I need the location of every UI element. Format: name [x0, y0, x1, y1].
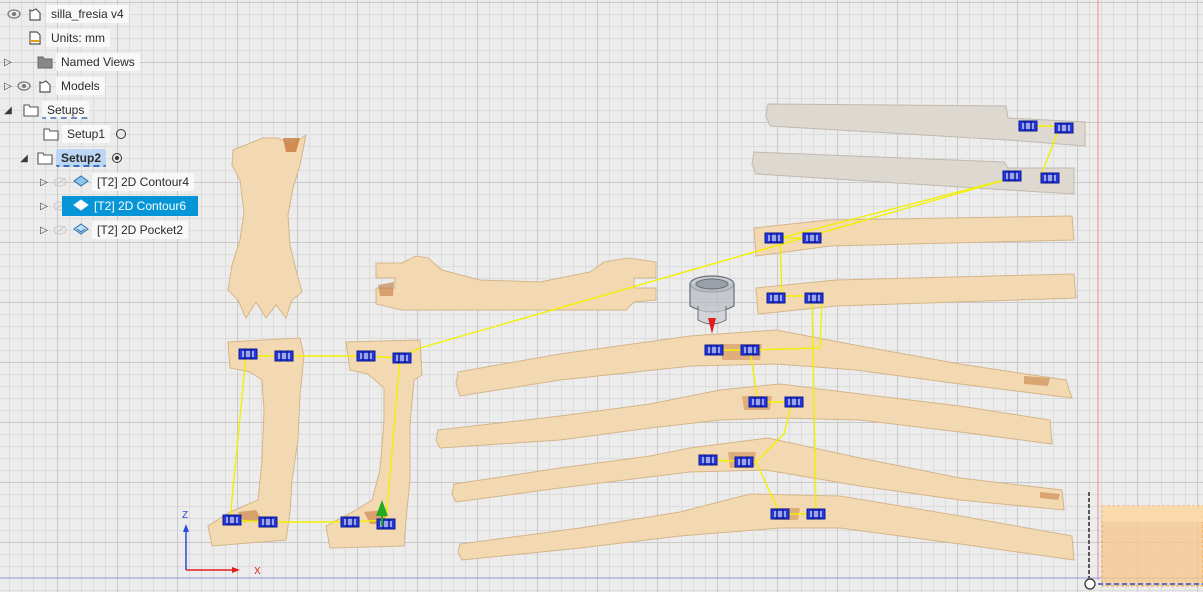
setup-folder-icon [20, 100, 42, 120]
wood-knot [378, 282, 394, 296]
part-rail[interactable] [375, 255, 657, 311]
part-slat-flat-2[interactable] [755, 273, 1077, 315]
setup1-row[interactable]: Setup1 [40, 124, 127, 144]
part-arm-4[interactable] [457, 493, 1075, 561]
part-slat-gray-2[interactable] [751, 151, 1075, 195]
component-icon [24, 4, 46, 24]
browser-root[interactable]: silla_fresia v4 [4, 4, 129, 24]
activate-setup1-radio[interactable] [116, 129, 127, 139]
collapse-icon[interactable]: ◢ [18, 148, 30, 168]
expand-icon[interactable]: ▷ [38, 196, 50, 216]
models-label: Models [56, 77, 105, 95]
expand-icon[interactable]: ▷ [38, 172, 50, 192]
units-row[interactable]: Units: mm [24, 28, 110, 48]
stock-box [1084, 492, 1203, 590]
named-views-row[interactable]: ▷ Named Views [2, 52, 140, 72]
eye-hidden-icon[interactable] [50, 220, 70, 240]
setup1-label: Setup1 [62, 125, 111, 143]
setups-row[interactable]: ◢ Setups [2, 100, 90, 120]
contour-icon [70, 172, 92, 192]
document-name: silla_fresia v4 [46, 5, 129, 23]
operation-row[interactable]: ▷ [T2] 2D Contour4 [38, 172, 195, 192]
part-arm-2[interactable] [435, 383, 1053, 449]
browser-panel: silla_fresia v4 Units: mm ▷ Named Views … [0, 0, 240, 245]
eye-hidden-icon[interactable] [50, 172, 70, 192]
eye-icon[interactable] [4, 4, 24, 24]
setup2-row[interactable]: ◢ Setup2 [18, 148, 123, 168]
models-row[interactable]: ▷ Models [2, 76, 105, 96]
part-slat-flat-1[interactable] [753, 215, 1075, 257]
operation-label: [T2] 2D Contour4 [92, 173, 195, 191]
collapse-icon[interactable]: ◢ [2, 100, 14, 120]
contour-icon [70, 196, 92, 216]
expand-icon[interactable]: ▷ [2, 52, 14, 72]
setup-icon [40, 124, 62, 144]
eye-icon[interactable] [14, 76, 34, 96]
units-label: Units: mm [46, 29, 110, 47]
setups-label: Setups [42, 101, 90, 119]
z-axis-label: Z [182, 510, 188, 521]
units-icon [24, 28, 46, 48]
model-icon [34, 76, 56, 96]
pocket-icon [70, 220, 92, 240]
operation-label: [T2] 2D Pocket2 [92, 221, 189, 239]
tool-holder[interactable] [689, 275, 735, 334]
expand-icon[interactable]: ▷ [2, 76, 14, 96]
setup-icon [34, 148, 56, 168]
named-views-label: Named Views [56, 53, 140, 71]
expand-icon[interactable]: ▷ [38, 220, 50, 240]
setup2-label: Setup2 [56, 149, 107, 167]
folder-icon [34, 52, 56, 72]
x-axis-label: X [254, 566, 261, 577]
operation-row[interactable]: ▷ [T2] 2D Pocket2 [38, 220, 189, 240]
operation-row-selected[interactable]: ▷ [T2] 2D Contour6 [38, 196, 199, 216]
activate-setup2-radio[interactable] [112, 153, 123, 163]
